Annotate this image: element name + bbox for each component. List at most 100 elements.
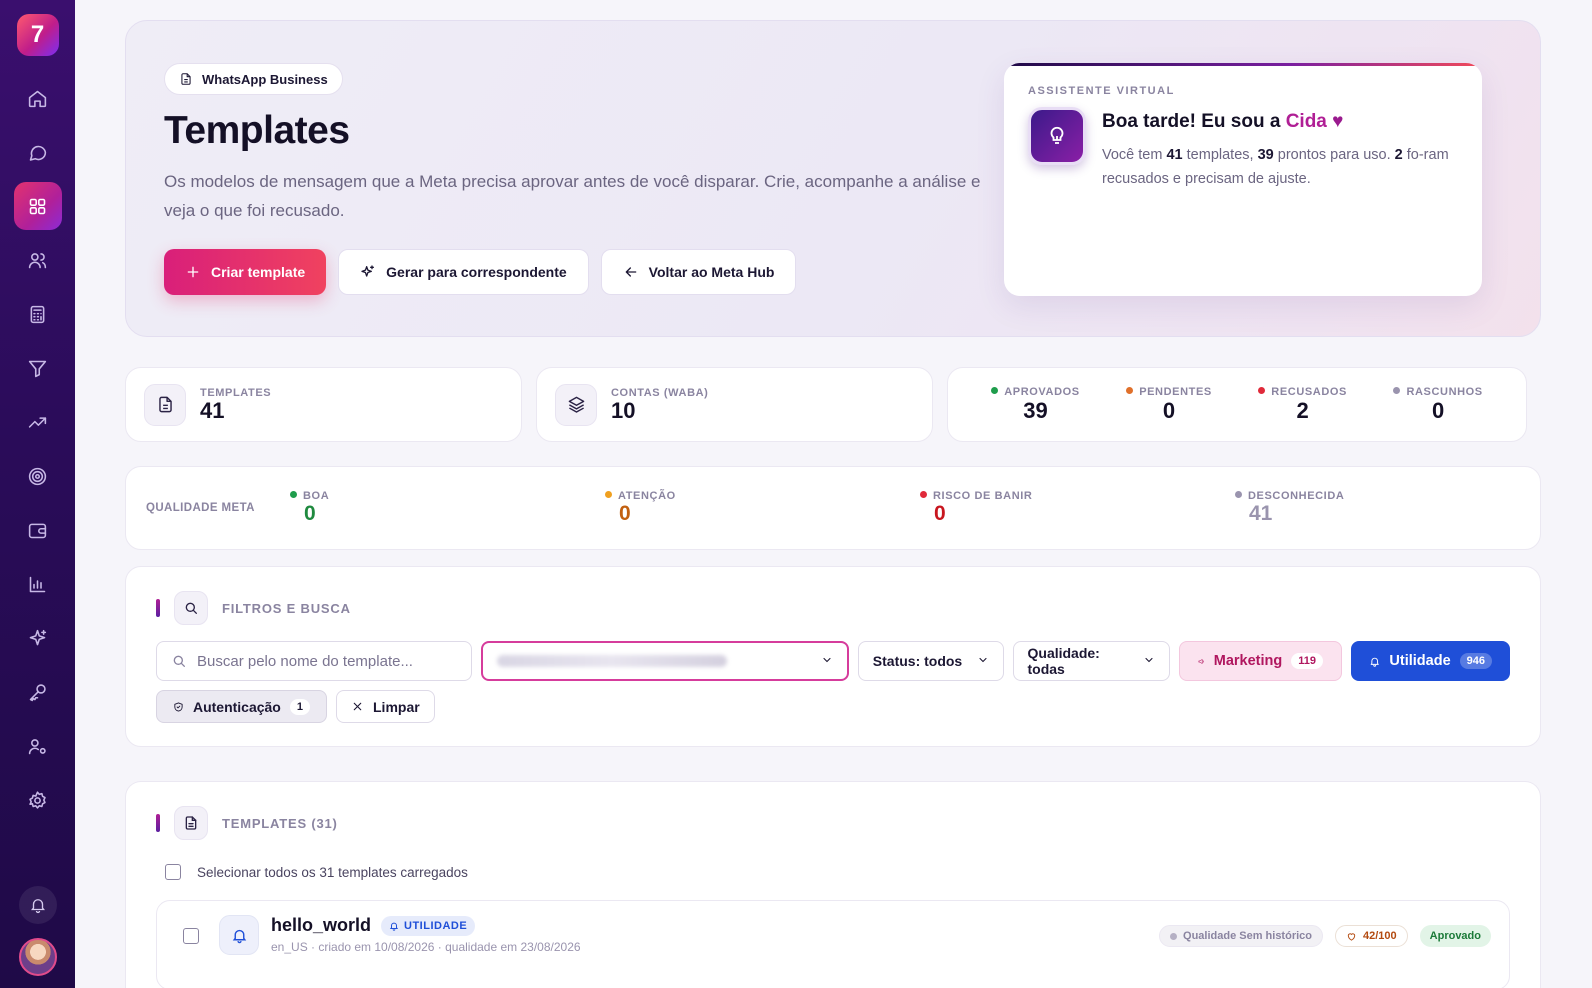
status-approved: APROVADOS 39 — [991, 386, 1079, 423]
category-filter-marketing[interactable]: Marketing 119 — [1179, 641, 1342, 681]
templates-list-title: TEMPLATES (31) — [222, 815, 338, 831]
quality-unknown: DESCONHECIDA 41 — [1205, 490, 1520, 526]
select-all-checkbox[interactable] — [165, 864, 181, 880]
accounts-stat-value: 10 — [611, 397, 636, 423]
assistant-name: Cida — [1285, 111, 1327, 132]
arrow-left-icon — [625, 267, 637, 277]
quality-title: QUALIDADE META — [146, 502, 255, 514]
context-chip-label: WhatsApp Business — [202, 71, 328, 87]
assistant-message: Você tem 41 templates, 39 prontos para u… — [1102, 147, 1449, 187]
table-row[interactable]: hello_world UTILIDADE en_US · criado em … — [156, 900, 1510, 988]
marketing-count: 119 — [1291, 653, 1323, 669]
heart-icon: ♥ — [1332, 111, 1344, 132]
sidebar-item-funnel[interactable] — [14, 344, 62, 392]
templates-stat-value: 41 — [200, 397, 225, 423]
bell-icon — [389, 922, 399, 931]
quality-ban-risk: RISCO DE BANIR 0 — [890, 490, 1205, 526]
sidebar-item-ai[interactable] — [14, 614, 62, 662]
chevron-down-icon — [1145, 657, 1153, 663]
status-summary-card: APROVADOS 39 PENDENTES 0 RECUSADOS 2 RAS… — [947, 367, 1527, 442]
status-select[interactable]: Status: todos — [857, 641, 1004, 681]
main-content: WhatsApp Business Templates Os modelos d… — [75, 0, 1592, 988]
sidebar-item-templates[interactable] — [13, 182, 62, 230]
chat-icon — [29, 145, 47, 161]
autenticacao-count: 1 — [289, 698, 310, 715]
bar-chart-icon — [29, 576, 46, 592]
sidebar-nav — [13, 74, 62, 824]
notifications-button[interactable] — [18, 886, 57, 924]
assistant-label: ASSISTENTE VIRTUAL — [1028, 85, 1175, 97]
plus-icon — [187, 266, 199, 278]
filters-panel: FILTROS E BUSCA Status: todos Qualidade:… — [125, 566, 1541, 747]
virtual-assistant-card: ASSISTENTE VIRTUAL Boa tarde! Eu sou a C… — [1004, 63, 1482, 296]
templates-list-panel: TEMPLATES (31) Selecionar todos os 31 te… — [125, 781, 1541, 988]
grid-icon — [29, 198, 46, 214]
template-name[interactable]: hello_world — [271, 915, 371, 936]
select-all-row: Selecionar todos os 31 templates carrega… — [156, 864, 1510, 880]
app-logo[interactable]: 7 — [16, 14, 59, 56]
search-icon — [185, 602, 197, 614]
sidebar-item-chat[interactable] — [14, 128, 62, 176]
back-to-meta-hub-button[interactable]: Voltar ao Meta Hub — [600, 249, 797, 295]
close-icon — [353, 702, 362, 711]
document-icon — [181, 73, 191, 85]
sidebar-item-keys[interactable] — [14, 668, 62, 716]
heart-icon — [1347, 932, 1356, 941]
account-select-value-redacted — [497, 655, 728, 667]
search-icon — [173, 655, 185, 667]
status-dot — [1393, 387, 1401, 394]
sidebar-item-calculator[interactable] — [14, 290, 62, 338]
user-avatar[interactable] — [18, 938, 57, 976]
row-checkbox[interactable] — [183, 928, 199, 944]
users-icon — [28, 252, 47, 268]
megaphone-icon — [1198, 658, 1204, 664]
calculator-icon — [30, 305, 45, 323]
select-all-label: Selecionar todos os 31 templates carrega… — [197, 864, 468, 880]
utilidade-count: 946 — [1459, 653, 1492, 669]
user-settings-icon — [28, 738, 46, 754]
sidebar-item-trends[interactable] — [14, 398, 62, 446]
sidebar-item-goals[interactable] — [14, 452, 62, 500]
meta-quality-card: QUALIDADE META BOA 0 ATENÇÃO 0 RISCO DE … — [125, 466, 1541, 550]
status-pending: PENDENTES 0 — [1126, 386, 1212, 423]
sparkles-icon — [361, 265, 375, 277]
quality-good: BOA 0 — [260, 490, 575, 526]
quality-select[interactable]: Qualidade: todas — [1012, 641, 1170, 681]
context-chip: WhatsApp Business — [164, 63, 343, 95]
templates-stat-label: TEMPLATES — [200, 386, 272, 399]
assistant-bulb-icon — [1050, 126, 1064, 144]
sidebar-item-reports[interactable] — [14, 560, 62, 608]
status-dot — [991, 387, 999, 394]
key-icon — [29, 683, 46, 701]
sidebar-item-contacts[interactable] — [14, 236, 62, 284]
search-field[interactable] — [156, 641, 473, 681]
sidebar-item-user-settings[interactable] — [14, 722, 62, 770]
category-filter-autenticacao[interactable]: Autenticação 1 — [156, 690, 327, 723]
page-description: Os modelos de mensagem que a Meta precis… — [164, 172, 981, 220]
shield-icon — [174, 701, 183, 712]
bell-icon — [30, 899, 45, 914]
sidebar-item-home[interactable] — [14, 74, 62, 122]
category-filter-utilidade[interactable]: Utilidade 946 — [1351, 641, 1510, 681]
accounts-stat-card: CONTAS (WABA) 10 — [536, 367, 933, 442]
target-icon — [28, 467, 47, 485]
clear-filters-button[interactable]: Limpar — [336, 690, 435, 723]
status-dot — [1258, 387, 1266, 394]
score-tag: 42/100 — [1335, 925, 1408, 947]
category-badge: UTILIDADE — [381, 915, 476, 936]
document-icon — [185, 816, 197, 830]
create-template-button[interactable]: Criar template — [164, 249, 327, 295]
account-select[interactable] — [481, 641, 849, 681]
sidebar-item-settings[interactable] — [14, 776, 62, 824]
search-input[interactable] — [197, 652, 457, 670]
status-drafts: RASCUNHOS 0 — [1393, 386, 1482, 423]
chevron-down-icon — [978, 657, 987, 663]
quality-attention: ATENÇÃO 0 — [575, 490, 890, 526]
accounts-stat-label: CONTAS (WABA) — [611, 386, 709, 399]
generate-for-correspondent-button[interactable]: Gerar para correspondente — [338, 249, 589, 295]
filters-title: FILTROS E BUSCA — [222, 600, 351, 616]
layers-icon — [568, 396, 584, 413]
sidebar-item-wallet[interactable] — [14, 506, 62, 554]
document-icon — [158, 396, 172, 413]
wallet-icon — [28, 523, 47, 538]
